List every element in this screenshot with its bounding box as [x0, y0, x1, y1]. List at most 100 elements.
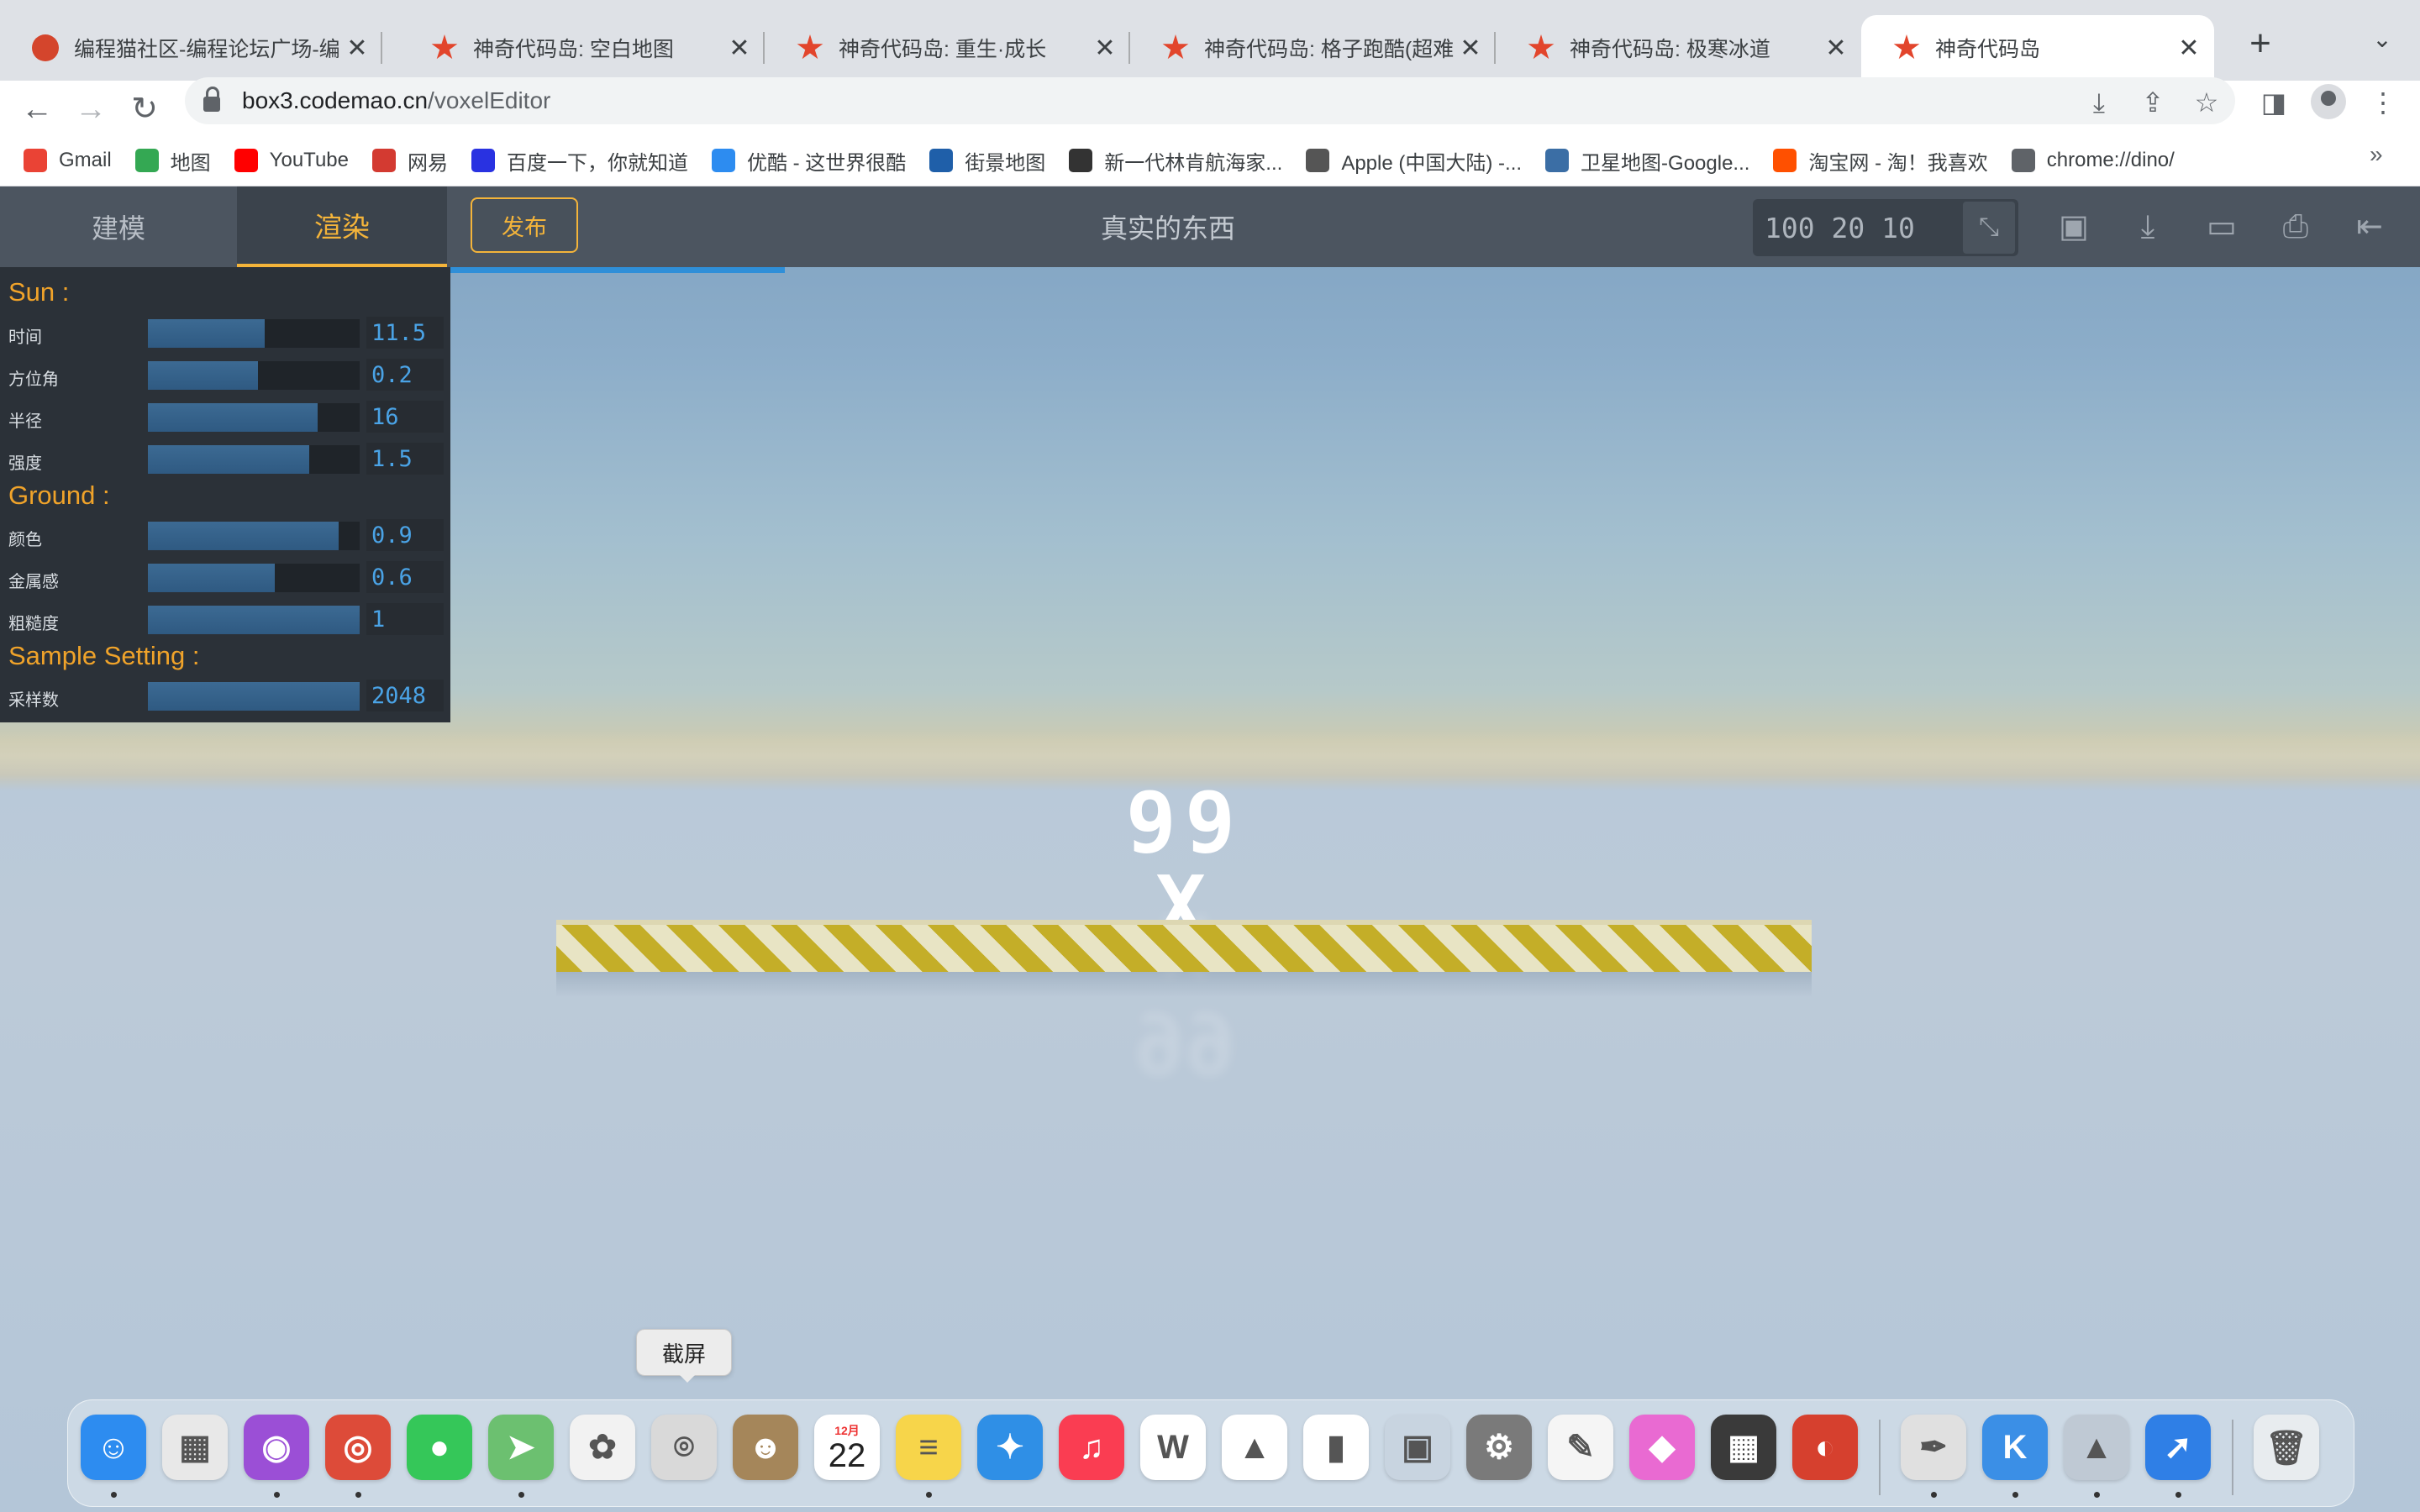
- dock-glyph: ≡: [918, 1428, 939, 1466]
- slider-track[interactable]: [148, 682, 360, 711]
- slider-value-input[interactable]: 0.9: [366, 519, 444, 551]
- keynote-icon[interactable]: ▲: [1222, 1415, 1287, 1480]
- browser-tab[interactable]: 神奇代码岛: 空白地图 ✕: [399, 15, 765, 81]
- install-app-icon[interactable]: ⤓: [2081, 84, 2118, 121]
- system-preferences-icon[interactable]: ⚙: [1466, 1415, 1532, 1480]
- slider-value-input[interactable]: 1: [366, 603, 444, 635]
- slider-track[interactable]: [148, 445, 360, 474]
- browser-tab[interactable]: 神奇代码岛: 格子跑酷(超难! ✕: [1130, 15, 1496, 81]
- bookmark-item[interactable]: 地图: [134, 146, 211, 176]
- tab-close-icon[interactable]: ✕: [1454, 34, 1487, 63]
- bookmark-item[interactable]: Apple (中国大陆) -...: [1306, 146, 1522, 176]
- strip-shadow: [556, 972, 1812, 997]
- slider-value-input[interactable]: 0.6: [366, 561, 444, 593]
- trash-icon[interactable]: 🗑: [2254, 1415, 2319, 1480]
- share-icon[interactable]: ⇪: [2134, 84, 2171, 121]
- browser-tab[interactable]: 神奇代码岛: 极寒冰道 ✕: [1496, 15, 1861, 81]
- bookmark-label: chrome://dino/: [2046, 149, 2175, 171]
- slider-value-input[interactable]: 1.5: [366, 443, 444, 475]
- dock-glyph: ♫: [1079, 1428, 1104, 1466]
- bookmark-item[interactable]: 新一代林肯航海家...: [1069, 146, 1282, 176]
- bookmark-star-icon[interactable]: ☆: [2188, 84, 2225, 121]
- bookmark-item[interactable]: 网易: [371, 146, 448, 176]
- slider-track[interactable]: [148, 522, 360, 550]
- side-panel-icon[interactable]: ◨: [2255, 84, 2292, 121]
- slider-track[interactable]: [148, 606, 360, 634]
- music-icon[interactable]: ♫: [1059, 1415, 1124, 1480]
- address-bar[interactable]: box3.codemao.cn/voxelEditor: [185, 77, 2235, 124]
- slider-track[interactable]: [148, 564, 360, 592]
- back-arrow-icon[interactable]: ←: [12, 84, 62, 134]
- wps-icon[interactable]: W: [1140, 1415, 1206, 1480]
- print-icon[interactable]: ⎙: [2274, 205, 2317, 249]
- rocket-icon[interactable]: ▲: [2064, 1415, 2129, 1480]
- color-picker-icon[interactable]: ◆: [1629, 1415, 1695, 1480]
- bookmark-item[interactable]: 街景地图: [929, 146, 1045, 176]
- pages-icon[interactable]: ✎: [1548, 1415, 1613, 1480]
- exit-icon[interactable]: ⇤: [2348, 205, 2391, 249]
- slider-value-input[interactable]: 0.2: [366, 359, 444, 391]
- photos-icon[interactable]: ✿: [570, 1415, 635, 1480]
- forward-arrow-icon[interactable]: →: [66, 84, 116, 134]
- reload-icon[interactable]: ↻: [119, 84, 170, 134]
- safari-icon[interactable]: ✦: [977, 1415, 1043, 1480]
- tab-model[interactable]: 建模: [0, 186, 237, 267]
- publish-button[interactable]: 发布: [471, 197, 578, 253]
- scene-voxel-text: 99 X: [1125, 774, 1244, 956]
- slider-track[interactable]: [148, 319, 360, 348]
- calculator-icon[interactable]: ▦: [1711, 1415, 1776, 1480]
- tab-search-chevron-icon[interactable]: ⌄: [2361, 25, 2403, 59]
- new-tab-button[interactable]: +: [2235, 20, 2286, 67]
- bookmark-item[interactable]: 优酷 - 这世界很酷: [711, 146, 906, 176]
- download-icon[interactable]: ⤓: [2126, 205, 2170, 249]
- slider-value-input[interactable]: 11.5: [366, 317, 444, 349]
- messages-icon[interactable]: ●: [407, 1415, 472, 1480]
- resize-icon[interactable]: ⤡: [1963, 202, 2015, 254]
- lock-icon[interactable]: [203, 87, 220, 112]
- tab-title: 神奇代码岛: 极寒冰道: [1570, 38, 1770, 61]
- tab-close-icon[interactable]: ✕: [723, 34, 756, 63]
- tab-close-icon[interactable]: ✕: [2172, 34, 2206, 63]
- notes-icon[interactable]: ≡: [896, 1415, 961, 1480]
- slider-track[interactable]: [148, 403, 360, 432]
- bookmark-item[interactable]: chrome://dino/: [2011, 149, 2175, 172]
- bookmark-item[interactable]: 淘宝网 - 淘！我喜欢: [1773, 146, 1988, 176]
- profile-avatar[interactable]: [2311, 84, 2346, 119]
- tab-render[interactable]: 渲染: [237, 186, 447, 267]
- feishu-icon[interactable]: ➚: [2145, 1415, 2211, 1480]
- baidu-icon: [471, 149, 495, 172]
- tab-close-icon[interactable]: ✕: [1819, 34, 1853, 63]
- calendar-icon[interactable]: 12月 22: [814, 1415, 880, 1480]
- numbers-icon[interactable]: ▮: [1303, 1415, 1369, 1480]
- slider-value-input[interactable]: 2048: [366, 680, 444, 711]
- screen-sharing-icon[interactable]: ▣: [1385, 1415, 1450, 1480]
- bookmark-item[interactable]: 百度一下，你就知道: [471, 146, 688, 176]
- chrome-icon[interactable]: ◎: [325, 1415, 391, 1480]
- script-editor-icon[interactable]: ✒: [1901, 1415, 1966, 1480]
- slider-track[interactable]: [148, 361, 360, 390]
- chrome-menu-icon[interactable]: ⋮: [2365, 84, 2402, 121]
- open-folder-icon[interactable]: ▭: [2200, 205, 2244, 249]
- maps-icon[interactable]: ➤: [488, 1415, 554, 1480]
- bookmark-item[interactable]: 卫星地图-Google...: [1545, 146, 1749, 176]
- bookmark-item[interactable]: Gmail: [24, 149, 112, 172]
- save-icon[interactable]: ▣: [2052, 205, 2096, 249]
- tooltip-pointer: [677, 1373, 697, 1383]
- browser-tab[interactable]: 神奇代码岛: 重生·成长 ✕: [765, 15, 1130, 81]
- size-input[interactable]: 100 20 10: [1765, 202, 1958, 254]
- kuaizip-icon[interactable]: K: [1982, 1415, 2048, 1480]
- browser-tab[interactable]: 编程猫社区-编程论坛广场-编 ✕: [0, 15, 382, 81]
- bookmarks-overflow-icon[interactable]: »: [2370, 141, 2383, 168]
- contacts-icon[interactable]: ☻: [733, 1415, 798, 1480]
- slider-value-input[interactable]: 16: [366, 401, 444, 433]
- bookmark-item[interactable]: YouTube: [234, 149, 349, 172]
- tab-close-icon[interactable]: ✕: [1088, 34, 1122, 63]
- slider-fill: [148, 522, 339, 550]
- screenshot-icon[interactable]: ⌾: [651, 1415, 717, 1480]
- podcasts-icon[interactable]: ◉: [244, 1415, 309, 1480]
- tab-close-icon[interactable]: ✕: [340, 34, 374, 63]
- browser-tab[interactable]: 神奇代码岛 ✕: [1861, 15, 2214, 81]
- launchpad-icon[interactable]: ▦: [162, 1415, 228, 1480]
- finder-icon[interactable]: ☺: [81, 1415, 146, 1480]
- digital-color-meter-icon[interactable]: ◐: [1792, 1415, 1858, 1480]
